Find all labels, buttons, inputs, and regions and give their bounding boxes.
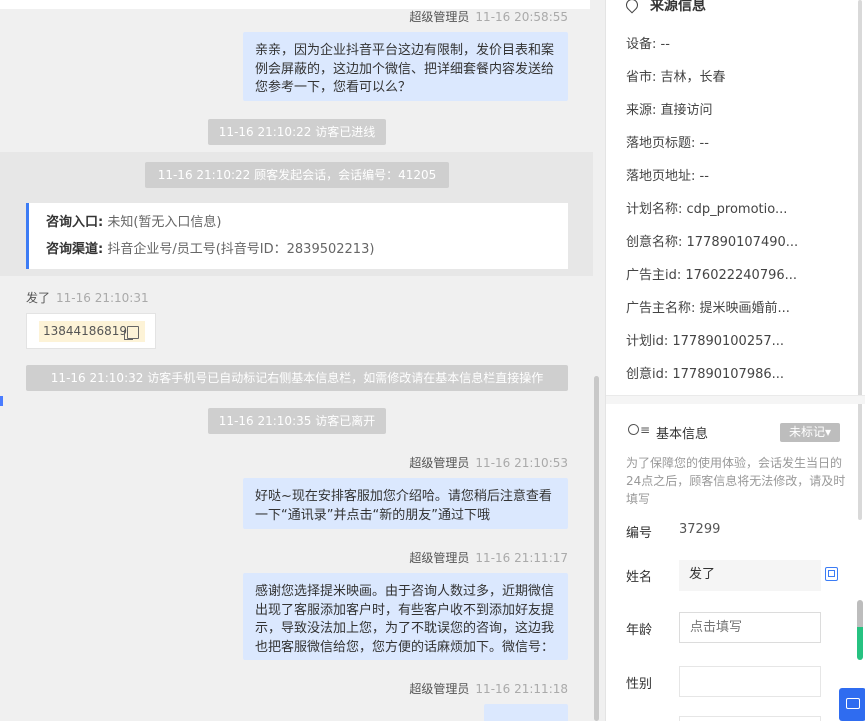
channel-row: 咨询渠道: 抖音企业号/员工号(抖音号ID：2839502213) [46, 240, 568, 267]
source-row-advertiser-name: 广告主名称: 提米映画婚前... [626, 301, 790, 316]
age-input[interactable] [679, 612, 821, 643]
message-meta: 超级管理员 11-16 20:58:55 [409, 8, 568, 25]
message-meta: 超级管理员 11-16 21:10:53 [409, 454, 568, 471]
sender-name: 超级管理员 [409, 456, 470, 470]
basic-title: 基本信息 [656, 427, 709, 442]
message-time: 11-16 21:11:17 [475, 551, 568, 565]
left-edge-marker [0, 396, 3, 406]
source-row-origin: 来源: 直接访问 [626, 103, 713, 118]
section-divider [606, 395, 865, 404]
agent-message-bubble [484, 704, 568, 721]
age-label: 年龄 [626, 623, 653, 638]
system-notice: 11-16 21:10:32 访客手机号已自动标记右侧基本信息栏，如需修改请在基… [26, 365, 568, 391]
source-row-creative-name: 创意名称: 177890107490... [626, 235, 799, 250]
entry-value: 未知(暂无入口信息) [107, 215, 222, 230]
copy-icon[interactable] [123, 326, 139, 340]
gender-label: 性别 [626, 677, 653, 692]
chat-scrollbar[interactable] [594, 376, 599, 721]
agent-message-bubble: 感谢您选择提米映画。由于咨询人数过多，近期微信出现了客服添加客户时，有些客户收不… [243, 573, 568, 660]
tag-dropdown[interactable]: 未标记▾ [780, 423, 840, 442]
name-field[interactable]: 发了 [679, 560, 821, 591]
source-row-landing-url: 落地页地址: -- [626, 169, 709, 184]
system-notice: 11-16 21:10:22 访客已进线 [208, 119, 386, 145]
sender-name: 超级管理员 [409, 551, 470, 565]
system-notice: 11-16 21:10:22 顾客发起会话，会话编号：41205 [145, 162, 449, 188]
next-field[interactable] [679, 716, 821, 721]
source-title: 来源信息 [650, 0, 706, 14]
message-meta: 超级管理员 11-16 21:11:17 [409, 549, 568, 566]
sender-name: 超级管理员 [409, 10, 470, 24]
status-indicator [857, 600, 863, 660]
source-row-device: 设备: -- [626, 37, 670, 52]
panel-scrollbar[interactable] [858, 0, 862, 520]
visitor-time: 11-16 21:10:31 [56, 291, 149, 305]
sender-name: 超级管理员 [409, 682, 470, 696]
entry-row: 咨询入口: 未知(暂无入口信息) [46, 213, 568, 240]
source-row-city: 省市: 吉林，长春 [626, 70, 726, 85]
edit-notice: 为了保障您的使用体验，会话发生当日的24点之后，顾客信息将无法修改，请及时填写 [626, 456, 846, 506]
source-section-header: 来源信息 [623, 0, 706, 15]
source-row-advertiser-id: 广告主id: 176022240796... [626, 268, 798, 283]
source-row-plan-id: 计划id: 177890100257... [626, 334, 785, 349]
customer-info-panel: 来源信息 设备: -- 省市: 吉林，长春 来源: 直接访问 落地页标题: --… [605, 0, 865, 721]
source-row-landing-title: 落地页标题: -- [626, 136, 709, 151]
entry-label: 咨询入口: [46, 215, 104, 230]
user-info-icon [626, 423, 650, 442]
feedback-button[interactable] [839, 688, 865, 721]
message-time: 11-16 21:10:53 [475, 456, 568, 470]
consult-info-card: 咨询入口: 未知(暂无入口信息) 咨询渠道: 抖音企业号/员工号(抖音号ID：2… [26, 203, 568, 269]
id-label: 编号 [626, 526, 653, 541]
copy-icon[interactable] [825, 567, 838, 581]
name-label: 姓名 [626, 570, 653, 585]
agent-message-bubble: 亲亲，因为企业抖音平台这边有限制，发价目表和案例会屏蔽的，这边加个微信、把详细套… [243, 32, 568, 101]
message-time: 11-16 20:58:55 [475, 10, 568, 24]
source-row-plan-name: 计划名称: cdp_promotio... [626, 202, 788, 217]
channel-label: 咨询渠道: [46, 242, 104, 257]
id-value: 37299 [679, 522, 721, 537]
phone-number-chip[interactable]: 13844186819 [39, 321, 145, 342]
visitor-meta: 发了 11-16 21:10:31 [26, 289, 149, 306]
system-notice: 11-16 21:10:35 访客已离开 [208, 408, 386, 434]
basic-section-header: 基本信息 [626, 423, 708, 442]
gender-select[interactable] [679, 666, 821, 697]
phone-number: 13844186819 [43, 324, 127, 338]
source-row-creative-id: 创意id: 177890107986... [626, 367, 785, 382]
location-pin-icon [623, 0, 641, 14]
message-meta: 超级管理员 11-16 21:11:18 [409, 680, 568, 697]
visitor-message-card: 13844186819 [26, 313, 156, 349]
message-time: 11-16 21:11:18 [475, 682, 568, 696]
agent-message-bubble: 好哒~现在安排客服加您介绍哈。请您稍后注意查看一下“通讯录”并点击“新的朋友”通… [243, 478, 568, 529]
chat-pane[interactable]: 超级管理员 11-16 20:58:55 亲亲，因为企业抖音平台这边有限制，发价目… [0, 0, 605, 721]
visitor-name: 发了 [26, 291, 51, 305]
channel-value: 抖音企业号/员工号(抖音号ID：2839502213) [107, 242, 375, 257]
